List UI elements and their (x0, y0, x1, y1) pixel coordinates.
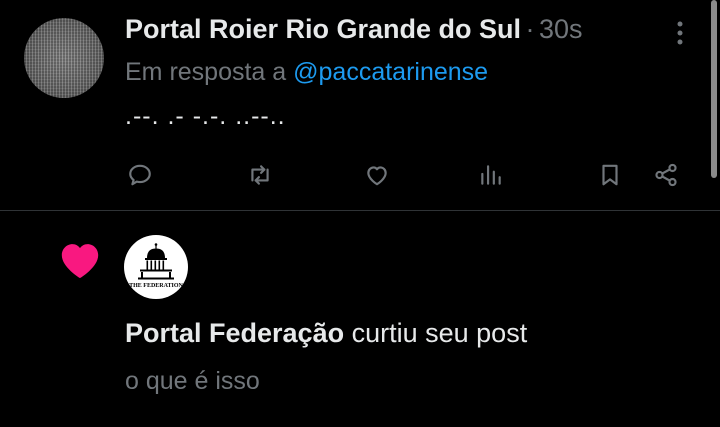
reply-prefix: Em resposta a (125, 58, 287, 86)
author-name[interactable]: Portal Roier Rio Grande do Sul (125, 14, 521, 44)
repost-icon[interactable] (245, 160, 275, 190)
more-options-icon[interactable] (668, 18, 692, 48)
heart-icon (58, 240, 102, 280)
post[interactable]: Portal Roier Rio Grande do Sul · 30s Em … (0, 0, 712, 210)
notification-quote[interactable]: o que é isso (125, 367, 260, 396)
notification-line: Portal Federação curtiu seu post (125, 318, 527, 349)
like-icon[interactable] (362, 160, 392, 190)
post-header: Portal Roier Rio Grande do Sul · 30s (125, 14, 583, 45)
federation-avatar-text: THE FEDERATION (129, 283, 183, 289)
bookmark-icon[interactable] (595, 160, 625, 190)
reply-context: Em resposta a @paccatarinense (125, 58, 488, 87)
author-avatar[interactable] (24, 18, 104, 98)
reply-icon[interactable] (125, 160, 155, 190)
scrollbar[interactable] (711, 0, 717, 178)
views-icon[interactable] (476, 160, 506, 190)
notification-user[interactable]: Portal Federação (125, 318, 344, 348)
notification-action: curtiu seu post (351, 318, 528, 348)
divider (0, 210, 720, 211)
post-time[interactable]: 30s (539, 14, 583, 44)
reply-handle-link[interactable]: @paccatarinense (293, 58, 488, 86)
post-text: .--. .- -.-. ..--.. (125, 102, 286, 130)
share-icon[interactable] (651, 160, 681, 190)
header-separator: · (525, 14, 535, 44)
federation-avatar[interactable]: THE FEDERATION (124, 235, 188, 299)
